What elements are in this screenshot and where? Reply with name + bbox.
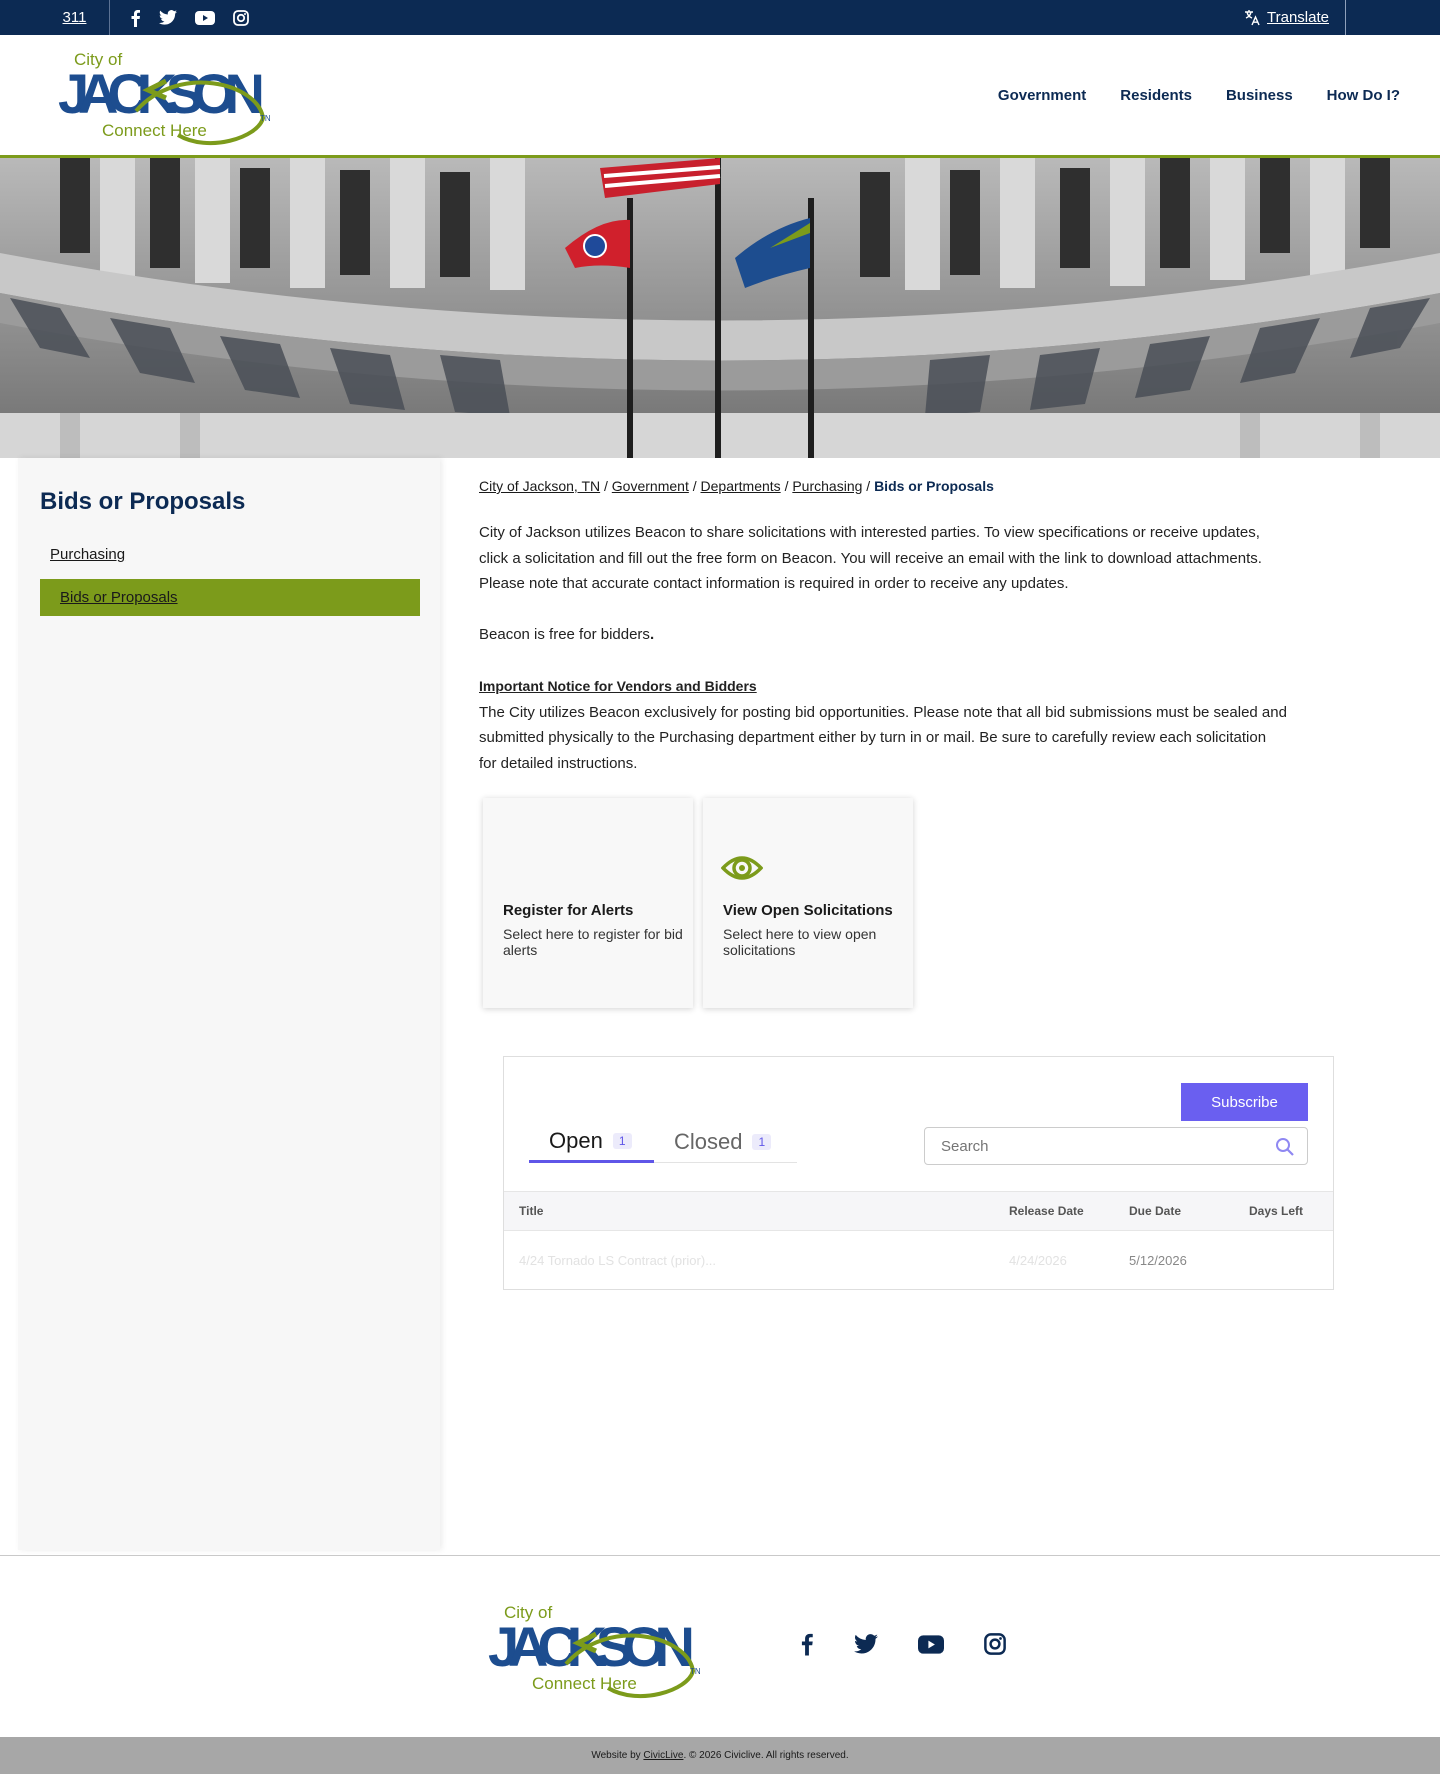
- facebook-icon[interactable]: [130, 9, 141, 27]
- eye-icon: [721, 856, 763, 880]
- search-icon[interactable]: [1275, 1137, 1295, 1157]
- site-footer: City of JACKSON Connect Here TN: [0, 1555, 1440, 1737]
- column-release-date: Release Date: [1009, 1204, 1084, 1218]
- svg-text:TN: TN: [260, 114, 271, 123]
- view-solicitations-card[interactable]: View Open Solicitations Select here to v…: [703, 798, 913, 1008]
- site-header: City of JACKSON Connect Here TN Governme…: [0, 35, 1440, 158]
- tab-closed[interactable]: Closed 1: [674, 1121, 772, 1163]
- row-release-date: 4/24/2026: [1009, 1252, 1067, 1268]
- utility-bar: 311 Translate: [0, 0, 1440, 35]
- city-logo[interactable]: City of JACKSON Connect Here TN: [58, 43, 273, 148]
- row-due-date: 5/12/2026: [1129, 1252, 1187, 1268]
- translate-icon: [1245, 9, 1260, 25]
- intro-paragraph: City of Jackson utilizes Beacon to share…: [479, 524, 1262, 592]
- breadcrumb-purchasing[interactable]: Purchasing: [792, 478, 862, 494]
- card-title: View Open Solicitations: [723, 902, 893, 919]
- card-title: Register for Alerts: [503, 902, 634, 919]
- nav-how-do-i[interactable]: How Do I?: [1327, 87, 1400, 104]
- free-note: Beacon is free for bidders.: [479, 626, 655, 643]
- translate-button[interactable]: Translate: [1243, 0, 1346, 35]
- svg-text:Connect Here: Connect Here: [102, 121, 207, 140]
- notice-heading: Important Notice for Vendors and Bidders: [479, 678, 757, 694]
- sidebar: Bids or Proposals Purchasing Bids or Pro…: [18, 458, 440, 1550]
- twitter-icon[interactable]: [159, 10, 177, 25]
- count-badge: 1: [612, 1132, 632, 1149]
- vendor-notice: Important Notice for Vendors and Bidders…: [479, 674, 1369, 776]
- solicitation-tabs: Open 1 Closed 1: [529, 1121, 797, 1163]
- sidebar-item-purchasing[interactable]: Purchasing: [40, 536, 420, 573]
- subscribe-button[interactable]: Subscribe: [1181, 1083, 1308, 1121]
- table-row[interactable]: 4/24 Tornado LS Contract (prior)... 4/24…: [504, 1231, 1333, 1289]
- nav-business[interactable]: Business: [1226, 87, 1293, 104]
- facebook-icon[interactable]: [800, 1632, 814, 1661]
- nav-government[interactable]: Government: [998, 87, 1086, 104]
- breadcrumb-current: Bids or Proposals: [874, 478, 994, 494]
- twitter-icon[interactable]: [854, 1634, 878, 1659]
- youtube-icon[interactable]: [918, 1634, 944, 1659]
- breadcrumb-departments[interactable]: Departments: [701, 478, 781, 494]
- search-box: [924, 1127, 1308, 1165]
- search-input[interactable]: [941, 1137, 1261, 1155]
- tab-open[interactable]: Open 1: [529, 1121, 654, 1163]
- table-header: Title Release Date Due Date Days Left: [504, 1191, 1333, 1231]
- footer-logo[interactable]: City of JACKSON Connect Here TN: [488, 1596, 703, 1701]
- svg-text:TN: TN: [690, 1667, 701, 1676]
- translate-label: Translate: [1267, 9, 1329, 26]
- breadcrumb-government[interactable]: Government: [612, 478, 689, 494]
- count-badge: 1: [752, 1134, 772, 1150]
- instagram-icon[interactable]: [984, 1633, 1006, 1660]
- hero-image: [0, 158, 1440, 458]
- nav-residents[interactable]: Residents: [1120, 87, 1192, 104]
- copyright-bar: Website by CivicLive. © 2026 Civiclive. …: [0, 1737, 1440, 1774]
- main-nav: Government Residents Business How Do I?: [998, 35, 1400, 155]
- sidebar-title: Bids or Proposals: [40, 488, 246, 515]
- column-due-date: Due Date: [1129, 1204, 1182, 1218]
- row-title[interactable]: 4/24 Tornado LS Contract (prior)...: [519, 1231, 716, 1289]
- column-days-left: Days Left: [1249, 1204, 1304, 1218]
- top-social-links: [130, 0, 249, 35]
- footer-social-links: [800, 1632, 1006, 1661]
- breadcrumb: City of Jackson, TN / Government / Depar…: [479, 478, 994, 494]
- sidebar-item-bids-or-proposals[interactable]: Bids or Proposals: [40, 579, 420, 616]
- solicitations-widget: Subscribe Open 1 Closed 1 Title Release …: [503, 1056, 1334, 1290]
- svg-text:Connect Here: Connect Here: [532, 1674, 637, 1693]
- youtube-icon[interactable]: [195, 10, 215, 25]
- civiclive-link[interactable]: CivicLive: [643, 1750, 683, 1761]
- column-title: Title: [519, 1204, 544, 1218]
- register-alerts-card[interactable]: Register for Alerts Select here to regis…: [483, 798, 693, 1008]
- card-description: Select here to register for bid alerts: [503, 926, 683, 958]
- phone-311-link[interactable]: 311: [40, 0, 110, 35]
- breadcrumb-home[interactable]: City of Jackson, TN: [479, 478, 600, 494]
- instagram-icon[interactable]: [233, 9, 249, 26]
- card-description: Select here to view open solicitations: [723, 926, 877, 958]
